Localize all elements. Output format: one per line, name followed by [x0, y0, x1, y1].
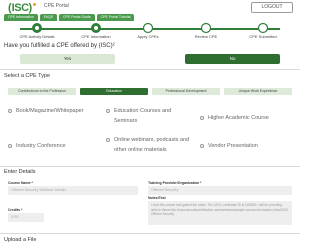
isc2-logo: ( ISC ) [8, 1, 37, 14]
tab-faqs[interactable]: FAQS [39, 14, 58, 21]
notes-label: Notes/Text [148, 196, 166, 200]
step-pending-icon [200, 22, 212, 34]
app-title: CPE Portal [44, 3, 69, 9]
type-unique-work-button[interactable]: Unique Work Experience [224, 88, 292, 95]
radio-circle-icon [106, 138, 110, 142]
step-current-icon [90, 22, 102, 34]
radio-circle-icon [8, 144, 12, 148]
step-cpe-information: CPE Information [66, 22, 126, 39]
radio-industry-conference[interactable]: Industry Conference [8, 143, 93, 151]
step-pending-icon [257, 22, 269, 34]
notes-textarea[interactable]: I took this course and gained the notes.… [148, 201, 292, 225]
training-org-label: Training Provider/Organization * [148, 181, 202, 185]
course-name-input[interactable]: Offered Security Webinar Details [8, 186, 138, 195]
credits-input[interactable]: 0.00 [8, 213, 44, 222]
divider [0, 166, 300, 167]
credits-label: Credits * [8, 208, 23, 212]
type-contributions-button[interactable]: Contributions to the Profession [8, 88, 76, 95]
logo-text: ISC [11, 1, 29, 14]
logo-dot-icon [33, 3, 37, 6]
yes-button[interactable]: Yes [20, 54, 115, 64]
step-apply-cpes: Apply CPEs [118, 22, 178, 39]
cpe-type-title: Select a CPE Type [4, 73, 51, 79]
upload-file-title: Upload a File [4, 237, 37, 243]
step-cpe-activity-details: CPE Activity Details [7, 22, 67, 39]
tab-cpe-portal-tutorial[interactable]: CPE Portal Tutorial [96, 14, 135, 21]
step-done-icon [31, 22, 43, 34]
radio-higher-academic[interactable]: Higher Academic Course [200, 115, 290, 123]
no-button[interactable]: No [185, 54, 280, 64]
training-org-input[interactable]: Offered Security [148, 186, 292, 195]
radio-education-courses[interactable]: Education Courses and Seminars [106, 108, 186, 126]
course-name-label: Course Name * [8, 181, 33, 185]
type-education-button[interactable]: Education [80, 88, 148, 95]
tab-cpe-portal-guide[interactable]: CPE Portal Guide [59, 14, 95, 21]
step-cpe-submitted: CPE Submitted [233, 22, 293, 39]
tab-cpe-information[interactable]: CPE Information [4, 14, 38, 21]
radio-circle-icon [8, 109, 12, 113]
fulfilled-question: Have you fulfilled a CPE offered by (ISC… [4, 43, 115, 49]
top-tabs: CPE Information FAQS CPE Portal Guide CP… [4, 14, 135, 21]
step-review-cpe: Review CPE [176, 22, 236, 39]
logout-button[interactable]: LOGOUT [251, 2, 293, 13]
divider [0, 233, 300, 234]
enter-details-title: Enter Details [4, 169, 36, 175]
type-professional-development-button[interactable]: Professional Development [152, 88, 220, 95]
radio-vendor-presentation[interactable]: Vendor Presentation [200, 143, 290, 151]
radio-book-magazine[interactable]: Book/Magazine/Whitepaper [8, 108, 93, 116]
radio-circle-icon [200, 116, 204, 120]
progress-stepper: CPE Activity Details CPE Information App… [0, 22, 300, 39]
radio-online-webinars[interactable]: Online webinars, podcasts and other onli… [106, 137, 198, 155]
step-pending-icon [142, 22, 154, 34]
radio-circle-icon [106, 109, 110, 113]
radio-circle-icon [200, 144, 204, 148]
divider [0, 69, 300, 70]
